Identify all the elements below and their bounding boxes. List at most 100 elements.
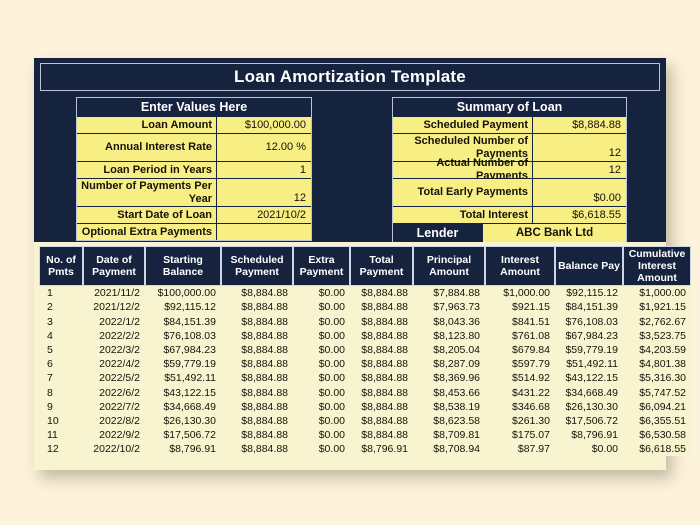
summary-row-scheduled-payment: Scheduled Payment $8,884.88 — [393, 116, 626, 133]
label-total-early-payments: Total Early Payments — [393, 179, 533, 206]
table-cell: $8,043.36 — [413, 314, 485, 329]
table-cell: $8,884.88 — [221, 385, 293, 400]
table-cell: $8,884.88 — [221, 442, 293, 457]
value-actual-number-of-payments: 12 — [533, 162, 626, 178]
value-loan-period-years[interactable]: 1 — [217, 162, 311, 178]
table-cell: $8,884.88 — [221, 328, 293, 343]
table-cell: $0.00 — [293, 428, 350, 443]
table-cell: $8,369.96 — [413, 371, 485, 386]
table-cell: $8,884.88 — [221, 342, 293, 358]
table-cell: $261.30 — [485, 413, 555, 429]
table-cell: $8,123.80 — [413, 328, 485, 343]
table-cell: $8,884.88 — [221, 300, 293, 315]
label-loan-period-years: Loan Period in Years — [77, 162, 217, 178]
table-row: 7 2022/5/2 $51,492.11 $8,884.88 $0.00 $8,884.… — [39, 371, 691, 386]
table-cell: $43,122.15 — [555, 371, 623, 386]
table-cell: $0.00 — [293, 342, 350, 358]
table-cell: 12 — [39, 442, 83, 457]
col-header-interest-amount: Interest Amount — [485, 246, 555, 287]
table-cell: $8,884.88 — [350, 428, 413, 443]
table-cell: $8,538.19 — [413, 399, 485, 414]
input-row-annual-interest-rate: Annual Interest Rate 12.00 % — [77, 133, 311, 161]
table-cell: $7,963.73 — [413, 300, 485, 315]
table-cell: $8,287.09 — [413, 357, 485, 372]
table-row: 1 2021/11/2 $100,000.00 $8,884.88 $0.00 $8,88… — [39, 286, 691, 301]
table-cell: 4 — [39, 328, 83, 343]
value-payments-per-year[interactable]: 12 — [217, 179, 311, 206]
table-cell: 5 — [39, 342, 83, 358]
table-row: 12 2022/10/2 $8,796.91 $8,884.88 $0.00 $8,796… — [39, 442, 691, 457]
label-annual-interest-rate: Annual Interest Rate — [77, 134, 217, 161]
table-cell: $43,122.15 — [145, 385, 221, 400]
input-row-payments-per-year: Number of Payments Per Year 12 — [77, 178, 311, 206]
input-values-heading: Enter Values Here — [77, 98, 311, 116]
table-cell: $92,115.12 — [145, 300, 221, 315]
summary-row-lender: Lender ABC Bank Ltd — [393, 223, 626, 242]
table-cell: $8,205.04 — [413, 342, 485, 358]
table-cell: 2022/1/2 — [83, 314, 145, 329]
table-cell: 9 — [39, 399, 83, 414]
table-cell: 2022/4/2 — [83, 357, 145, 372]
table-cell: $51,492.11 — [145, 371, 221, 386]
table-cell: $8,623.58 — [413, 413, 485, 429]
table-cell: $0.00 — [293, 286, 350, 301]
col-header-total-payment: Total Payment — [350, 246, 413, 287]
table-cell: $8,708.94 — [413, 442, 485, 457]
col-header-starting-balance: Starting Balance — [145, 246, 221, 287]
value-total-early-payments: $0.00 — [533, 179, 626, 206]
table-cell: $92,115.12 — [555, 286, 623, 301]
table-cell: 11 — [39, 428, 83, 443]
table-cell: $84,151.39 — [555, 300, 623, 315]
table-cell: $8,884.88 — [221, 371, 293, 386]
table-row: 3 2022/1/2 $84,151.39 $8,884.88 $0.00 $8,884.… — [39, 314, 691, 329]
table-cell: $76,108.03 — [555, 314, 623, 329]
table-cell: 2022/3/2 — [83, 342, 145, 358]
loan-summary-panel: Summary of Loan Scheduled Payment $8,884… — [392, 97, 627, 243]
table-cell: $59,779.19 — [555, 342, 623, 358]
table-cell: $1,000.00 — [623, 286, 691, 301]
table-cell: $8,884.88 — [350, 399, 413, 414]
table-cell: $51,492.11 — [555, 357, 623, 372]
table-cell: $8,884.88 — [221, 286, 293, 301]
col-header-extra-payment: Extra Payment — [293, 246, 350, 287]
label-total-interest: Total Interest — [393, 207, 533, 223]
input-row-loan-amount: Loan Amount $100,000.00 — [77, 116, 311, 133]
table-cell: $4,203.59 — [623, 342, 691, 358]
table-cell: $0.00 — [555, 442, 623, 457]
col-header-no-of-pmts: No. of Pmts — [39, 246, 83, 287]
loan-summary-heading: Summary of Loan — [393, 98, 626, 116]
table-cell: 2021/11/2 — [83, 286, 145, 301]
table-cell: $8,796.91 — [350, 442, 413, 457]
table-row: 4 2022/2/2 $76,108.03 $8,884.88 $0.00 $8,884.… — [39, 328, 691, 343]
table-cell: $8,884.88 — [350, 300, 413, 315]
value-optional-extra-payments[interactable] — [217, 224, 311, 240]
table-cell: $8,884.88 — [350, 413, 413, 429]
table-row: 6 2022/4/2 $59,779.19 $8,884.88 $0.00 $8,884.… — [39, 357, 691, 372]
table-cell: $2,762.67 — [623, 314, 691, 329]
table-cell: 2021/12/2 — [83, 300, 145, 315]
table-cell: $67,984.23 — [145, 342, 221, 358]
table-cell: $8,884.88 — [221, 399, 293, 414]
value-start-date[interactable]: 2021/10/2 — [217, 207, 311, 223]
table-cell: $8,709.81 — [413, 428, 485, 443]
input-values-panel: Enter Values Here Loan Amount $100,000.0… — [76, 97, 312, 241]
value-lender[interactable]: ABC Bank Ltd — [483, 224, 626, 242]
col-header-scheduled-payment: Scheduled Payment — [221, 246, 293, 287]
label-lender: Lender — [393, 224, 483, 242]
table-cell: $67,984.23 — [555, 328, 623, 343]
value-annual-interest-rate[interactable]: 12.00 % — [217, 134, 311, 161]
table-cell: $921.15 — [485, 300, 555, 315]
table-cell: 2022/9/2 — [83, 428, 145, 443]
table-cell: $8,884.88 — [350, 371, 413, 386]
table-cell: 2022/7/2 — [83, 399, 145, 414]
table-cell: 10 — [39, 413, 83, 429]
table-cell: $34,668.49 — [145, 399, 221, 414]
amortization-table-body: 1 2021/11/2 $100,000.00 $8,884.88 $0.00 $8,88… — [39, 286, 691, 457]
table-cell: $1,921.15 — [623, 300, 691, 315]
value-loan-amount[interactable]: $100,000.00 — [217, 117, 311, 133]
col-header-date-of-payment: Date of Payment — [83, 246, 145, 287]
table-cell: $8,884.88 — [221, 314, 293, 329]
value-scheduled-number-of-payments: 12 — [533, 134, 626, 161]
table-cell: $514.92 — [485, 371, 555, 386]
value-total-interest: $6,618.55 — [533, 207, 626, 223]
